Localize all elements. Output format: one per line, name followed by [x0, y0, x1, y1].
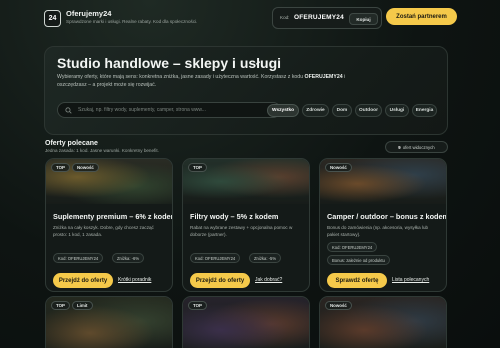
hero-title: Studio handlowe – sklepy i usługi: [57, 55, 282, 71]
offer-card-water-filters[interactable]: TOP Filtry wody – 5% z kodem Rabat na wy…: [182, 158, 310, 292]
offer-card[interactable]: TOP Limit: [45, 296, 173, 348]
hero-description: Wybieramy oferty, które mają sens: konkr…: [57, 74, 357, 89]
offer-card[interactable]: TOP: [182, 296, 310, 348]
logo[interactable]: 24: [44, 10, 61, 27]
become-partner-button[interactable]: Zostań partnerem: [386, 8, 457, 25]
brand-subtitle: Sprawdzone marki i usługi. Realne rabaty…: [66, 19, 198, 24]
badge-top: TOP: [188, 163, 207, 172]
copy-button[interactable]: Kopiuj: [349, 13, 378, 25]
offer-card-supplements[interactable]: TOP Nowość Suplementy premium – 6% z kod…: [45, 158, 173, 292]
offer-title: Suplementy premium – 6% z kodem: [53, 212, 173, 221]
badge-new: Nowość: [325, 301, 352, 310]
filter-chip-uslugi[interactable]: Usługi: [385, 104, 409, 117]
offer-count-badge: 9 ofert widocznych: [385, 141, 448, 153]
badge-top: TOP: [51, 163, 70, 172]
filter-chip-wszystko[interactable]: Wszystko: [267, 104, 299, 117]
filter-chip-zdrowie[interactable]: Zdrowie: [302, 104, 329, 117]
code-tag: Kod: OFERUJEMY24: [327, 242, 378, 252]
offer-count: 9: [398, 144, 401, 150]
offer-description: Rabat na wybrane zestawy + opcjonalna po…: [190, 225, 293, 237]
brand-title: Oferujemy24: [66, 9, 112, 18]
go-to-offer-button[interactable]: Przejdź do oferty: [190, 273, 250, 288]
discount-tag: Zniżka: -6%: [112, 253, 145, 263]
code-value: OFERUJEMY24: [294, 14, 344, 21]
code-label: Kod:: [280, 15, 290, 20]
offer-title: Camper / outdoor – bonus z kodem: [327, 212, 447, 221]
how-to-choose-link[interactable]: Jak dobrać?: [255, 277, 282, 283]
section-subtitle: Jedna zasada: 1 kod. Jasne warunki. Konk…: [45, 148, 159, 153]
hero-panel: Studio handlowe – sklepy i usługi Wybier…: [44, 46, 448, 135]
offer-description: Zniżka na cały koszyk. Dobre, gdy chcesz…: [53, 225, 154, 237]
offer-title: Filtry wody – 5% z kodem: [190, 212, 279, 221]
bonus-tag: Bonus: zależnie od produktu: [327, 255, 390, 265]
hero-desc-part-1: Wybieramy oferty, które mają sens: konkr…: [57, 74, 304, 80]
badge-new: Nowość: [72, 163, 99, 172]
recommended-list-link[interactable]: Lista polecanych: [392, 277, 429, 283]
check-offer-button[interactable]: Sprawdź ofertę: [327, 273, 387, 288]
top-bar: 24 Oferujemy24 Sprawdzone marki i usługi…: [44, 7, 457, 29]
discount-tag: Zniżka: -5%: [249, 253, 282, 263]
search-input[interactable]: Szukaj, np. filtry wody, suplementy, cam…: [57, 102, 281, 118]
search-icon: [65, 107, 72, 114]
code-tag: Kod: OFERUJEMY24: [190, 253, 241, 263]
go-to-offer-button[interactable]: Przejdź do oferty: [53, 273, 113, 288]
offer-card-camper[interactable]: Nowość Camper / outdoor – bonus z kodem …: [319, 158, 447, 292]
section-title: Oferty polecane: [45, 140, 98, 147]
badge-top: TOP: [51, 301, 70, 310]
hero-desc-code: OFERUJEMY24: [304, 74, 343, 80]
filter-chip-outdoor[interactable]: Outdoor: [355, 104, 382, 117]
guide-link[interactable]: Krótki poradnik: [118, 277, 151, 283]
promo-code-box: Kod: OFERUJEMY24 Kopiuj: [272, 7, 382, 29]
badge-limit: Limit: [72, 301, 93, 310]
offer-description: Bonus do zamówienia (np. akcesoria, wysy…: [327, 225, 429, 237]
filter-chip-dom[interactable]: Dom: [332, 104, 352, 117]
offer-card[interactable]: Nowość: [319, 296, 447, 348]
badge-top: TOP: [188, 301, 207, 310]
offer-count-label: ofert widocznych: [402, 144, 435, 150]
badge-new: Nowość: [325, 163, 352, 172]
filter-chip-energia[interactable]: Energia: [412, 104, 437, 117]
brand: Oferujemy24 Sprawdzone marki i usługi. R…: [66, 9, 197, 25]
search-placeholder: Szukaj, np. filtry wody, suplementy, cam…: [78, 107, 206, 113]
code-tag: Kod: OFERUJEMY24: [53, 253, 104, 263]
